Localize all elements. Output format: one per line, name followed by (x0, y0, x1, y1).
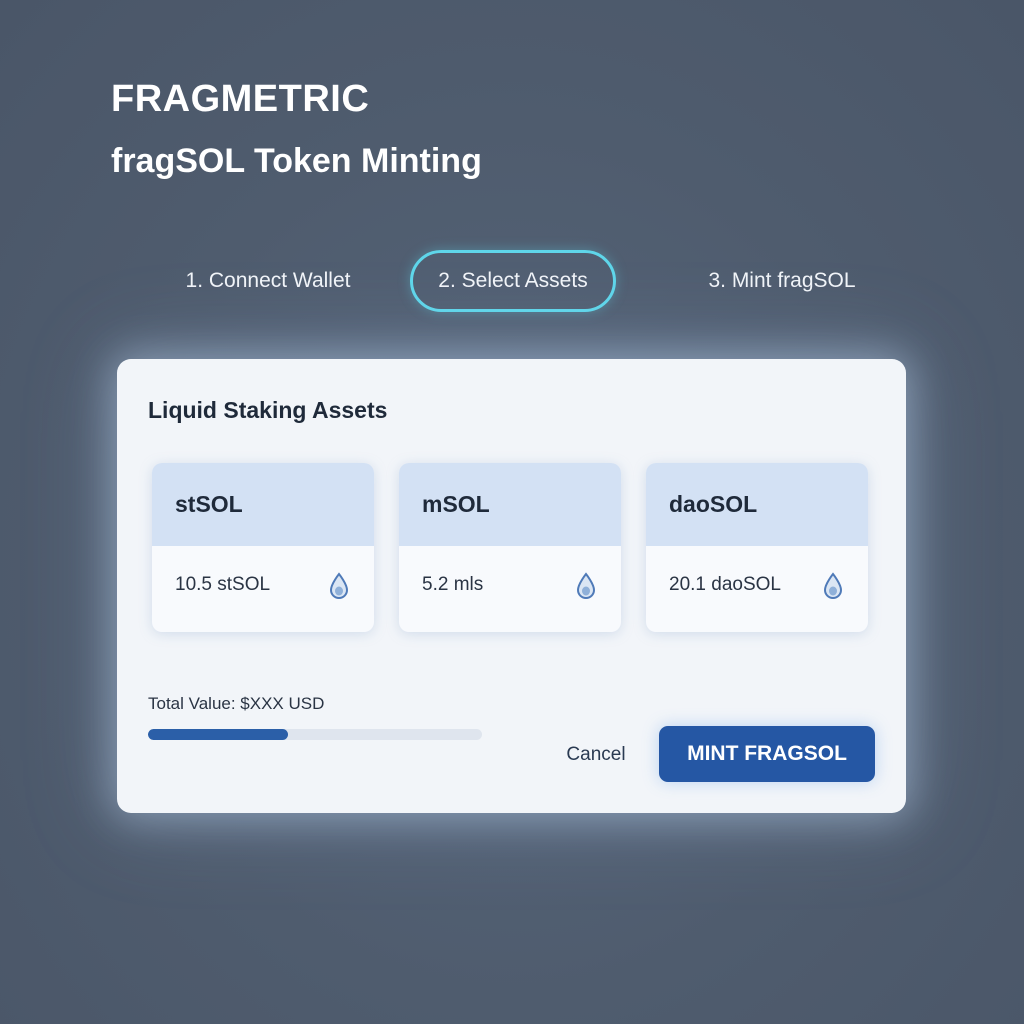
asset-name: mSOL (399, 463, 621, 546)
asset-card-daosol[interactable]: daoSOL 20.1 daoSOL (646, 463, 868, 632)
asset-card-stsol[interactable]: stSOL 10.5 stSOL (152, 463, 374, 632)
step-select-assets[interactable]: 2. Select Assets (410, 250, 616, 312)
asset-balance: 5.2 mls (422, 574, 484, 595)
asset-name: stSOL (152, 463, 374, 546)
panel-title: Liquid Staking Assets (148, 397, 388, 423)
total-value-label: Total Value: $XXX USD (148, 694, 325, 713)
asset-balance: 20.1 daoSOL (669, 574, 781, 595)
progress-bar (148, 729, 482, 740)
asset-balance-row: 20.1 daoSOL (646, 546, 868, 632)
stepper: 1. Connect Wallet 2. Select Assets 3. Mi… (0, 250, 1024, 312)
asset-balance-row: 10.5 stSOL (152, 546, 374, 632)
asset-selection-panel: Liquid Staking Assets stSOL 10.5 stSOL m… (117, 359, 906, 813)
progress-bar-fill (148, 729, 289, 740)
brand-logo-text: FRAGMETRIC (111, 78, 370, 120)
droplet-icon (329, 572, 349, 599)
cancel-button[interactable]: Cancel (557, 739, 635, 769)
page-title: fragSOL Token Minting (111, 142, 482, 180)
droplet-icon (823, 572, 843, 599)
asset-card-msol[interactable]: mSOL 5.2 mls (399, 463, 621, 632)
asset-balance-row: 5.2 mls (399, 546, 621, 632)
mint-fragsol-button[interactable]: MINT FRAGSOL (659, 726, 875, 782)
step-mint-fragsol[interactable]: 3. Mint fragSOL (668, 250, 896, 312)
asset-name: daoSOL (646, 463, 868, 546)
droplet-icon (576, 572, 596, 599)
asset-balance: 10.5 stSOL (175, 574, 271, 595)
step-connect-wallet[interactable]: 1. Connect Wallet (160, 250, 376, 312)
